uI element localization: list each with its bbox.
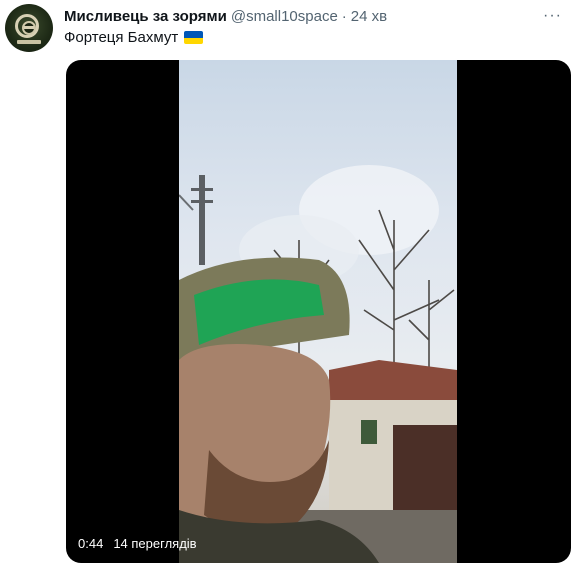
tweet-timestamp[interactable]: 24 хв (351, 8, 387, 25)
video-frame[interactable] (179, 60, 457, 563)
video-duration: 0:44 (78, 536, 104, 551)
avatar[interactable] (5, 4, 53, 52)
video-view-count: 14 переглядів (113, 536, 197, 551)
tweet-header: Мисливець за зорями @small10space · 24 х… (64, 6, 387, 26)
video-info: 0:44 14 переглядів (78, 536, 197, 551)
avatar-emblem-bar (24, 26, 34, 29)
author-handle[interactable]: @small10space (231, 8, 338, 25)
ukraine-flag-icon (184, 31, 204, 44)
tweet-text-content: Фортеця Бахмут (64, 29, 179, 46)
tweet-text: Фортеця Бахмут (64, 29, 204, 46)
more-options-icon[interactable]: ··· (543, 7, 562, 25)
video-still-image (179, 165, 457, 563)
tweet[interactable]: Мисливець за зорями @small10space · 24 х… (0, 0, 574, 570)
separator-dot: · (341, 7, 347, 25)
video-player[interactable]: 0:44 14 переглядів (66, 60, 571, 563)
author-name[interactable]: Мисливець за зорями (64, 8, 227, 25)
avatar-emblem-tag (17, 40, 41, 44)
